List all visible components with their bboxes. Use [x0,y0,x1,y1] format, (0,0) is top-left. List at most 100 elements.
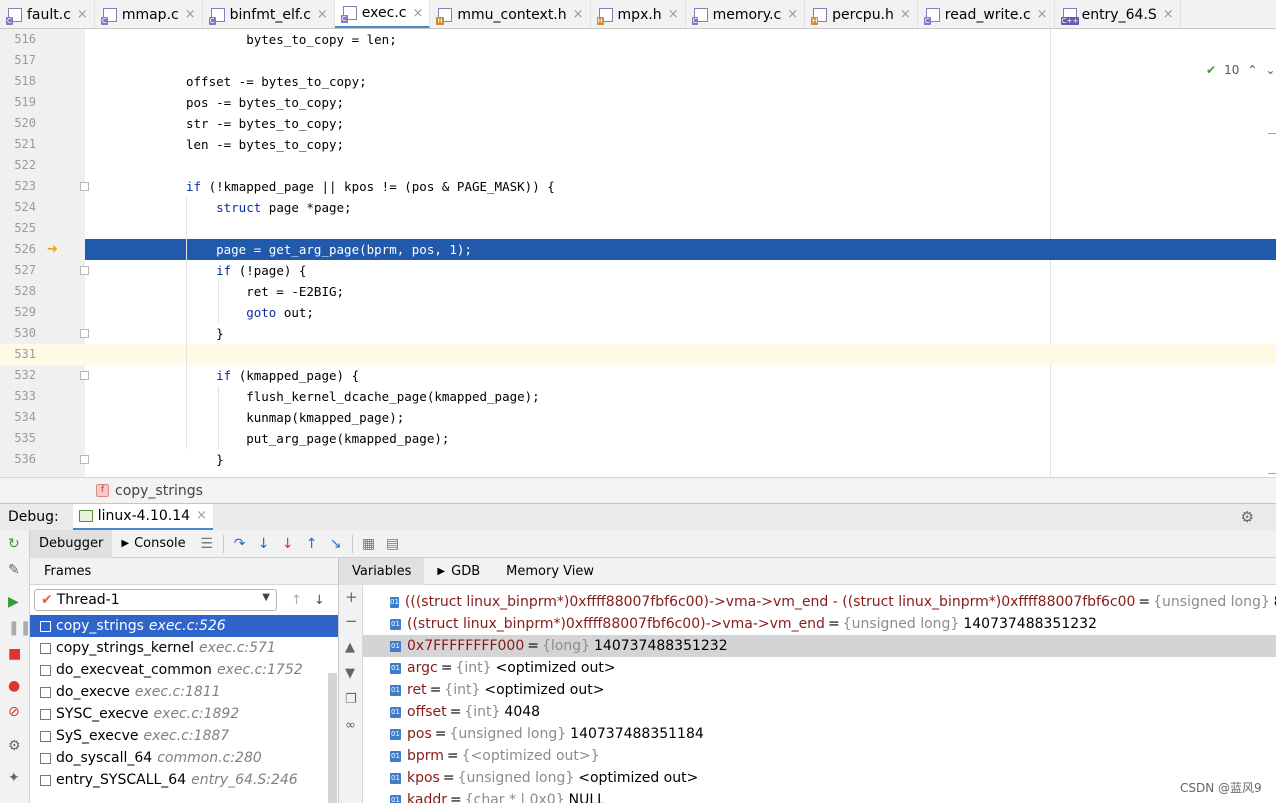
step-out-icon[interactable]: ↑ [300,536,324,552]
tab-mmu-context-h[interactable]: Hmmu_context.h × [430,0,591,28]
close-icon[interactable]: × [573,7,584,22]
close-icon[interactable]: × [668,7,679,22]
code-line[interactable]: 519 pos -= bytes_to_copy; [0,92,1276,113]
code-text[interactable]: } [186,449,224,470]
code-line[interactable]: 522 [0,155,1276,176]
code-text[interactable]: bytes_to_copy = len; [186,29,397,50]
code-text[interactable]: ret = -E2BIG; [186,281,344,302]
stripe-mark[interactable] [1268,473,1276,474]
code-line[interactable]: 527 if (!page) { [0,260,1276,281]
variable-row[interactable]: 01 0x7FFFFFFFF000 = {long} 140737488351232 [363,635,1276,657]
code-line[interactable]: 516 bytes_to_copy = len; [0,29,1276,50]
step-into-icon[interactable]: ↓ [252,536,276,552]
code-line[interactable]: 524 struct page *page; [0,197,1276,218]
variable-row[interactable]: 01 argc = {int} <optimized out> [363,657,1276,679]
variable-row[interactable]: 01 kpos = {unsigned long} <optimized out> [363,767,1276,789]
code-text[interactable]: if (!page) { [186,260,306,281]
line-number[interactable]: 528 [0,281,36,302]
code-line[interactable]: 530 } [0,323,1276,344]
code-line[interactable]: 534 kunmap(kmapped_page); [0,407,1276,428]
code-text[interactable]: if (kmapped_page) { [186,365,359,386]
gear-icon[interactable]: ⚙ [1241,508,1254,526]
tab-percpu-h[interactable]: Hpercpu.h × [805,0,918,28]
code-line[interactable]: 528 ret = -E2BIG; [0,281,1276,302]
line-number[interactable]: 532 [0,365,36,386]
code-line[interactable]: 529 goto out; [0,302,1276,323]
variable-row[interactable]: 01 ret = {int} <optimized out> [363,679,1276,701]
close-icon[interactable]: × [1037,7,1048,22]
thread-select[interactable]: ✔ Thread-1 ▼ [34,589,277,611]
debug-config-tab[interactable]: linux-4.10.14 × [72,503,213,531]
code-text[interactable]: page = get_arg_page(bprm, pos, 1); [186,239,472,260]
tab-read-write-c[interactable]: Cread_write.c × [918,0,1055,28]
tab-mpx-h[interactable]: Hmpx.h × [591,0,686,28]
settings-icon[interactable]: ⚙ [8,738,21,754]
code-line[interactable]: 523 if (!kmapped_page || kpos != (pos & P… [0,176,1276,197]
code-text[interactable]: flush_kernel_dcache_page(kmapped_page); [186,386,540,407]
tab-binfmt-elf-c[interactable]: Cbinfmt_elf.c × [203,0,335,28]
code-line[interactable]: 532 if (kmapped_page) { [0,365,1276,386]
close-icon[interactable]: × [412,6,423,21]
line-number[interactable]: 520 [0,113,36,134]
code-line[interactable]: 536 } [0,449,1276,470]
tab-memory-view[interactable]: Memory View [493,558,607,585]
stop-icon[interactable]: ■ [8,646,21,662]
breadcrumb[interactable]: f copy_strings [0,477,1276,503]
frame-row[interactable]: entry_SYSCALL_64 entry_64.S:246 [30,769,338,791]
menu-icon[interactable]: ☰ [195,536,219,552]
layout-icon[interactable]: ▤ [381,536,405,552]
variable-row[interactable]: 01 (((struct linux_binprm*)0xffff88007fbf… [363,591,1276,613]
code-text[interactable]: put_arg_page(kmapped_page); [186,428,449,449]
line-number[interactable]: 530 [0,323,36,344]
line-number[interactable]: 522 [0,155,36,176]
wrench-icon[interactable]: ✎ [8,562,20,578]
variable-row[interactable]: 01 kaddr = {char * | 0x0} NULL [363,789,1276,803]
variable-row[interactable]: 01 ((struct linux_binprm*)0xffff88007fbf6… [363,613,1276,635]
fold-marker[interactable] [80,455,89,464]
code-text[interactable]: str -= bytes_to_copy; [186,113,344,134]
line-number[interactable]: 529 [0,302,36,323]
step-over-icon[interactable]: ↷ [228,536,252,552]
force-step-into-icon[interactable]: ↓ [276,536,300,552]
code-line[interactable]: 525 [0,218,1276,239]
code-text[interactable]: struct page *page; [186,197,351,218]
frame-row[interactable]: do_syscall_64 common.c:280 [30,747,338,769]
line-number[interactable]: 526 [0,239,36,260]
code-text[interactable]: pos -= bytes_to_copy; [186,92,344,113]
pause-icon[interactable]: ❚❚ [8,620,31,636]
remove-watch-icon[interactable]: − [345,612,358,630]
line-number[interactable]: 533 [0,386,36,407]
evaluate-icon[interactable]: ▦ [357,536,381,552]
frame-row[interactable]: copy_strings_kernel exec.c:571 [30,637,338,659]
view-breakpoints-icon[interactable]: ● [8,678,20,694]
add-watch-icon[interactable]: + [345,588,358,606]
move-down-icon[interactable]: ▼ [345,666,355,681]
code-text[interactable]: if (!kmapped_page || kpos != (pos & PAGE… [186,176,555,197]
code-line[interactable]: 520 str -= bytes_to_copy; [0,113,1276,134]
close-icon[interactable]: × [787,7,798,22]
line-number[interactable]: 536 [0,449,36,470]
tab-mmap-c[interactable]: Cmmap.c × [95,0,203,28]
tab-fault-c[interactable]: Cfault.c × [0,0,95,28]
code-text[interactable]: goto out; [186,302,314,323]
code-line[interactable]: 518 offset -= bytes_to_copy; [0,71,1276,92]
fold-marker[interactable] [80,182,89,191]
move-up-icon[interactable]: ▲ [345,640,355,655]
tab-console[interactable]: ▶ Console [112,530,194,558]
rerun-icon[interactable]: ↻ [8,536,20,552]
tab-debugger[interactable]: Debugger [30,529,113,558]
variable-row[interactable]: 01 pos = {unsigned long} 140737488351184 [363,723,1276,745]
code-line[interactable]: 531 [0,344,1276,365]
line-number[interactable]: 527 [0,260,36,281]
frame-row[interactable]: SyS_execve exec.c:1887 [30,725,338,747]
line-number[interactable]: 518 [0,71,36,92]
line-number[interactable]: 535 [0,428,36,449]
line-number[interactable]: 534 [0,407,36,428]
code-line[interactable]: 533 flush_kernel_dcache_page(kmapped_pag… [0,386,1276,407]
variable-row[interactable]: 01 offset = {int} 4048 [363,701,1276,723]
code-text[interactable]: offset -= bytes_to_copy; [186,71,367,92]
close-icon[interactable]: × [1163,7,1174,22]
tab-exec-c[interactable]: Cexec.c × [334,0,431,28]
arrow-down-icon[interactable]: ↓ [314,593,325,608]
copy-icon[interactable]: ❐ [345,692,357,707]
